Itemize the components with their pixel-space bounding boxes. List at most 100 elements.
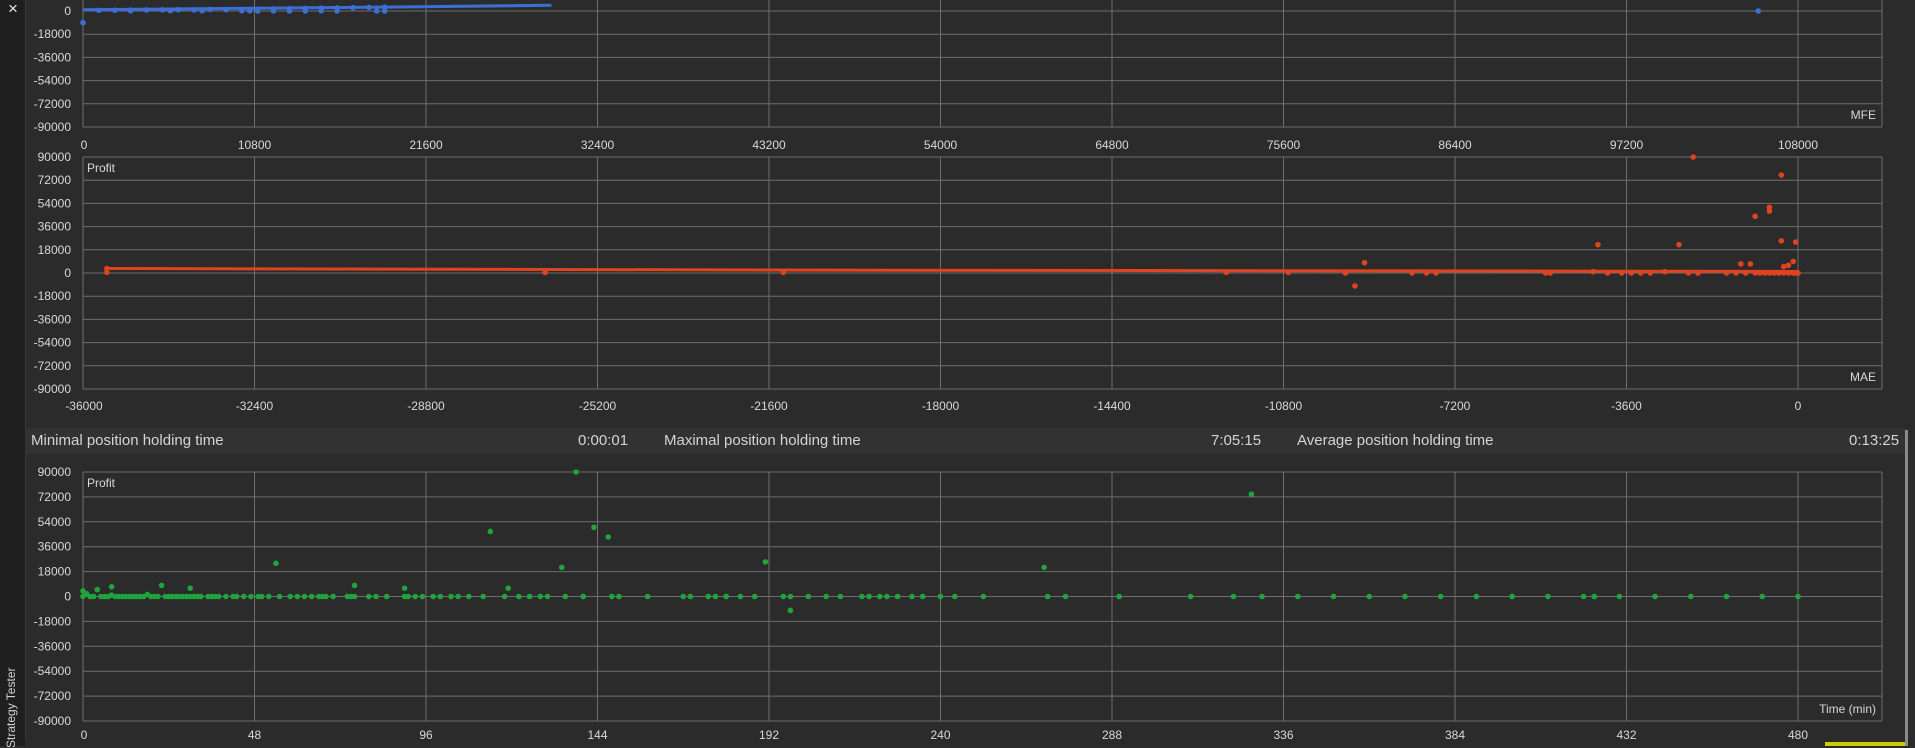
data-point — [687, 593, 694, 600]
y-tick-label: 0 — [64, 266, 71, 280]
x-tick-label: -10800 — [1265, 399, 1303, 413]
data-point — [448, 593, 454, 600]
x-tick-label: 86400 — [1438, 138, 1472, 152]
data-point — [1116, 593, 1122, 600]
data-point — [866, 593, 872, 600]
data-point — [1342, 270, 1349, 276]
data-point — [1766, 270, 1773, 276]
data-point — [837, 593, 844, 600]
data-point — [240, 593, 247, 600]
x-tick-label: 0 — [1795, 399, 1802, 413]
data-point — [1187, 593, 1194, 600]
data-point — [1695, 270, 1701, 276]
data-point — [430, 593, 436, 600]
mfe-trend-line — [82, 3, 552, 12]
y-tick-label: -18000 — [34, 27, 72, 41]
data-point — [1755, 8, 1762, 14]
data-point — [127, 8, 134, 14]
x-tick-label: -7200 — [1440, 399, 1471, 413]
data-point — [1757, 270, 1763, 276]
data-point — [366, 4, 372, 11]
x-tick-label: 75600 — [1267, 138, 1301, 152]
data-point — [351, 593, 358, 600]
data-point — [1637, 270, 1644, 276]
x-tick-label: -36000 — [65, 399, 103, 413]
data-point — [1595, 241, 1601, 248]
data-point — [501, 593, 508, 600]
y-tick-label: -90000 — [34, 714, 72, 728]
data-point — [286, 8, 293, 14]
data-point — [505, 585, 511, 591]
data-point — [94, 586, 101, 593]
data-point — [980, 593, 987, 600]
data-point — [246, 8, 253, 14]
data-point — [373, 593, 379, 600]
data-point — [80, 588, 86, 594]
data-point — [198, 593, 204, 600]
data-point — [1352, 283, 1358, 289]
x-tick-label: 64800 — [1095, 138, 1129, 152]
data-point — [859, 593, 865, 600]
data-point — [1361, 259, 1368, 266]
y-tick-label: 54000 — [38, 196, 72, 210]
bottom-tab-highlight — [1825, 742, 1905, 746]
data-point — [608, 593, 615, 600]
x-tick-label: 0 — [81, 138, 88, 152]
data-point — [780, 593, 787, 600]
data-point — [1402, 593, 1408, 600]
x-tick-label: -3600 — [1611, 399, 1642, 413]
data-point — [723, 593, 729, 600]
y-tick-label: -54000 — [34, 664, 72, 678]
data-point — [351, 582, 358, 589]
data-point — [318, 7, 324, 14]
holding-time-bar: Minimal position holding time 0:00:01 Ma… — [25, 428, 1905, 454]
data-point — [516, 593, 522, 600]
x-tick-label: -28800 — [407, 399, 445, 413]
data-point — [1230, 593, 1237, 600]
y-tick-label: 0 — [64, 590, 71, 604]
data-point — [705, 593, 712, 600]
data-point — [951, 593, 958, 600]
data-point — [1044, 593, 1051, 600]
data-point — [167, 7, 174, 14]
data-point — [199, 7, 205, 14]
x-tick-label: 97200 — [1610, 138, 1644, 152]
data-point — [787, 593, 794, 600]
vertical-scrollbar[interactable] — [1905, 430, 1908, 746]
data-point — [787, 607, 794, 614]
data-point — [383, 593, 390, 600]
data-point — [143, 7, 150, 13]
data-point — [1747, 261, 1754, 267]
data-point — [455, 593, 461, 600]
y-tick-label: 72000 — [38, 490, 72, 504]
data-point — [580, 593, 587, 600]
data-point — [1723, 270, 1730, 276]
data-point — [894, 593, 901, 600]
data-point — [487, 528, 494, 535]
data-point — [1591, 593, 1598, 600]
data-point — [1752, 270, 1758, 276]
max-holding-label: Maximal position holding time — [664, 432, 861, 449]
data-point — [1542, 270, 1549, 276]
data-point — [111, 7, 118, 14]
y-tick-label: 72000 — [38, 173, 72, 187]
avg-holding-label: Average position holding time — [1297, 432, 1494, 449]
data-point — [238, 7, 245, 14]
data-point — [80, 19, 86, 26]
data-point — [1223, 269, 1230, 276]
data-point — [1294, 593, 1301, 600]
data-point — [919, 593, 926, 600]
data-point — [191, 7, 197, 13]
data-point — [1778, 172, 1785, 178]
data-point — [90, 593, 97, 600]
data-point — [323, 593, 329, 600]
data-point — [412, 593, 419, 600]
data-point — [215, 593, 222, 600]
data-point — [233, 593, 240, 600]
data-point — [1785, 262, 1792, 269]
x-tick-label: 32400 — [581, 138, 615, 152]
mfe-chart: 0 -18000 -36000 -54000 -72000 -90000 0 10800 216… — [34, 0, 1883, 152]
data-point — [1433, 270, 1439, 276]
min-holding-value: 0:00:01 — [578, 432, 629, 449]
data-point — [712, 593, 719, 600]
